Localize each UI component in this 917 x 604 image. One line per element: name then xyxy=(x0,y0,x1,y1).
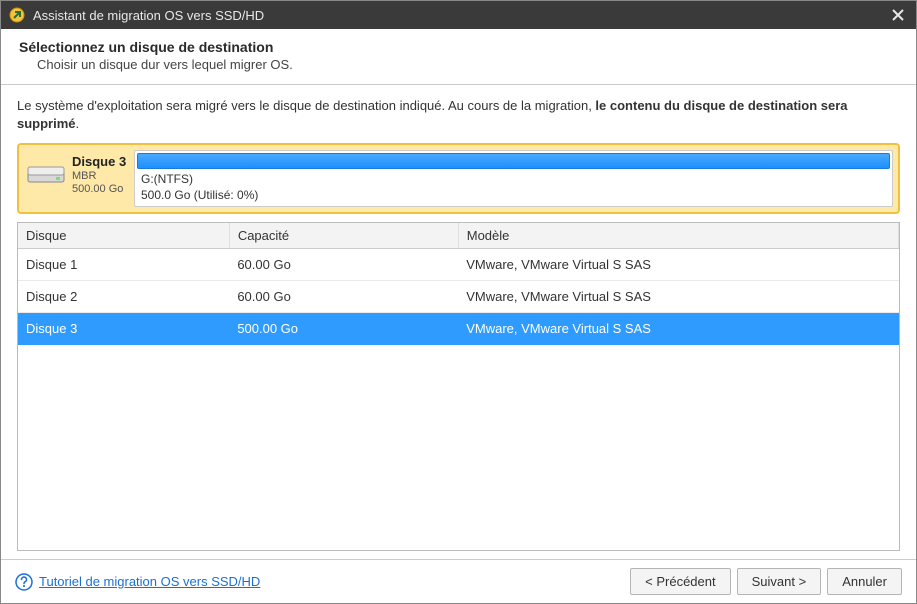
help-icon xyxy=(15,573,33,591)
table-row[interactable]: Disque 3 500.00 Go VMware, VMware Virtua… xyxy=(18,312,899,344)
partition-usage: 500.0 Go (Utilisé: 0%) xyxy=(137,188,890,204)
cell-model: VMware, VMware Virtual S SAS xyxy=(458,248,898,280)
cell-model: VMware, VMware Virtual S SAS xyxy=(458,280,898,312)
selected-disk-scheme: MBR xyxy=(72,170,126,183)
cell-disk: Disque 1 xyxy=(18,248,229,280)
next-button[interactable]: Suivant > xyxy=(737,568,822,595)
disk-info-block: Disque 3 MBR 500.00 Go xyxy=(24,150,134,206)
cell-disk: Disque 3 xyxy=(18,312,229,344)
tutorial-link[interactable]: Tutoriel de migration OS vers SSD/HD xyxy=(15,573,260,591)
selected-disk-capacity: 500.00 Go xyxy=(72,183,126,196)
cell-capacity: 60.00 Go xyxy=(229,248,458,280)
window-title: Assistant de migration OS vers SSD/HD xyxy=(33,8,888,23)
app-icon xyxy=(9,7,25,23)
migration-wizard-window: Assistant de migration OS vers SSD/HD Sé… xyxy=(0,0,917,604)
titlebar: Assistant de migration OS vers SSD/HD xyxy=(1,1,916,29)
close-button[interactable] xyxy=(888,5,908,25)
info-suffix: . xyxy=(76,116,80,131)
info-prefix: Le système d'exploitation sera migré ver… xyxy=(17,98,595,113)
wizard-footer: Tutoriel de migration OS vers SSD/HD < P… xyxy=(1,559,916,603)
table-header-row: Disque Capacité Modèle xyxy=(18,223,899,249)
cell-capacity: 60.00 Go xyxy=(229,280,458,312)
partition-label: G:(NTFS) xyxy=(137,172,890,188)
partition-bar xyxy=(137,153,890,169)
cell-disk: Disque 2 xyxy=(18,280,229,312)
col-header-disk[interactable]: Disque xyxy=(18,223,229,249)
cell-model: VMware, VMware Virtual S SAS xyxy=(458,312,898,344)
col-header-model[interactable]: Modèle xyxy=(458,223,898,249)
cancel-button[interactable]: Annuler xyxy=(827,568,902,595)
disk-table: Disque Capacité Modèle Disque 1 60.00 Go… xyxy=(18,223,899,345)
page-heading: Sélectionnez un disque de destination xyxy=(19,39,898,55)
selected-disk-name: Disque 3 xyxy=(72,154,126,170)
tutorial-link-label: Tutoriel de migration OS vers SSD/HD xyxy=(39,574,260,589)
wizard-header: Sélectionnez un disque de destination Ch… xyxy=(1,29,916,85)
table-row[interactable]: Disque 2 60.00 Go VMware, VMware Virtual… xyxy=(18,280,899,312)
disk-table-wrap: Disque Capacité Modèle Disque 1 60.00 Go… xyxy=(17,222,900,551)
back-button[interactable]: < Précédent xyxy=(630,568,730,595)
table-row[interactable]: Disque 1 60.00 Go VMware, VMware Virtual… xyxy=(18,248,899,280)
col-header-capacity[interactable]: Capacité xyxy=(229,223,458,249)
partition-area: G:(NTFS) 500.0 Go (Utilisé: 0%) xyxy=(134,150,893,206)
hard-drive-icon xyxy=(26,163,66,187)
page-subheading: Choisir un disque dur vers lequel migrer… xyxy=(19,57,898,72)
wizard-content: Le système d'exploitation sera migré ver… xyxy=(1,85,916,559)
cell-capacity: 500.00 Go xyxy=(229,312,458,344)
info-text: Le système d'exploitation sera migré ver… xyxy=(17,97,900,133)
disk-table-body: Disque 1 60.00 Go VMware, VMware Virtual… xyxy=(18,248,899,344)
selected-disk-panel: Disque 3 MBR 500.00 Go G:(NTFS) 500.0 Go… xyxy=(17,143,900,213)
close-icon xyxy=(892,9,904,21)
